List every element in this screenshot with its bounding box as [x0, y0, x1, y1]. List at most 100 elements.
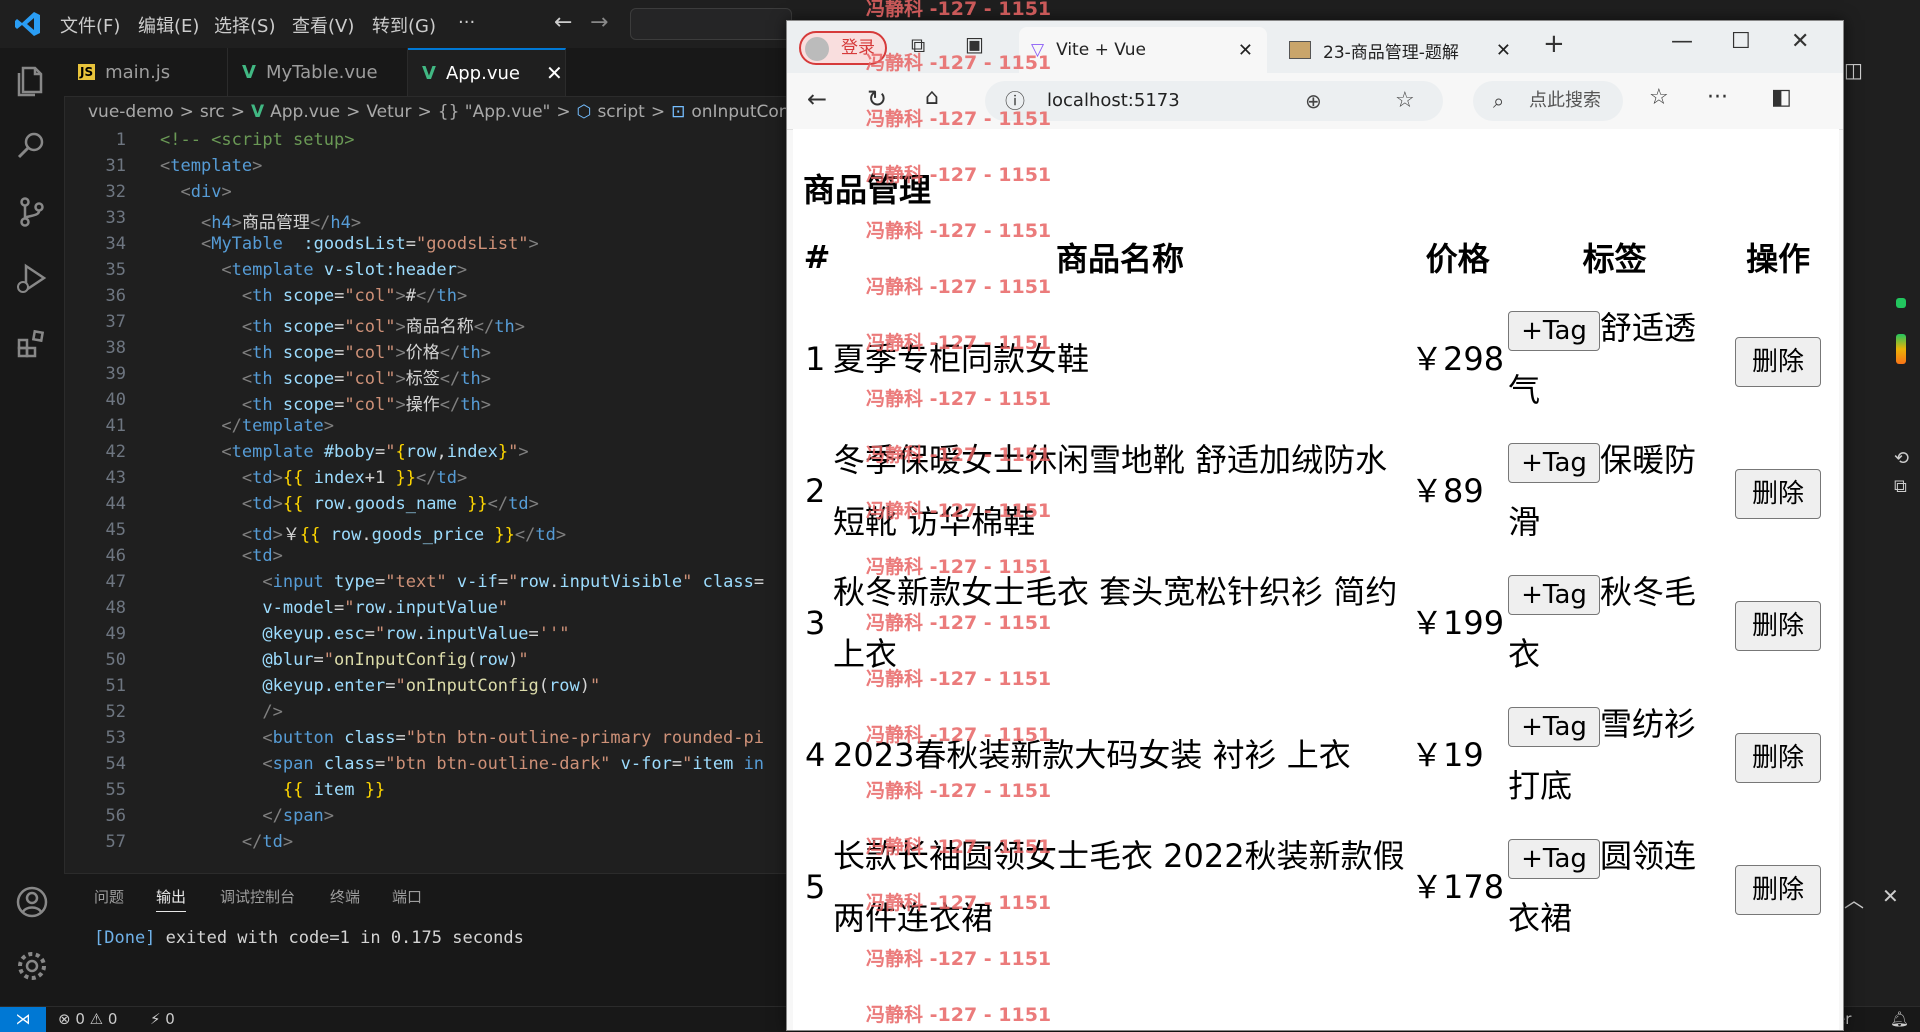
- panel-tab-ports[interactable]: 端口: [392, 886, 422, 907]
- account-icon[interactable]: [14, 884, 50, 920]
- breadcrumb-item[interactable]: onInputConfig: [691, 102, 790, 122]
- tab-app-vue[interactable]: V App.vue ✕: [408, 48, 566, 96]
- more-options-icon[interactable]: ···: [1707, 85, 1728, 110]
- menu-view[interactable]: 查看(V): [292, 12, 354, 38]
- maximize-icon[interactable]: ☐: [1731, 29, 1751, 54]
- panel-tab-output[interactable]: 输出: [156, 886, 187, 912]
- delete-button[interactable]: 删除: [1735, 865, 1822, 915]
- explorer-files-icon[interactable]: [14, 62, 50, 98]
- delete-button[interactable]: 删除: [1735, 469, 1822, 519]
- bottom-panel: 问题 输出 调试控制台 终端 端口 [Done] exited with cod…: [64, 873, 790, 1007]
- row-tags: +Tag 保暖防滑: [1506, 425, 1723, 557]
- ports-count[interactable]: ⚡ 0: [150, 1010, 175, 1028]
- screenshot-icon[interactable]: ⧉: [1894, 476, 1907, 497]
- remote-icon[interactable]: ⋊: [0, 1007, 46, 1032]
- workspaces-icon[interactable]: ⧉: [911, 33, 925, 57]
- sidebar-toggle-icon[interactable]: ◧: [1771, 85, 1792, 110]
- row-index: 2: [805, 472, 826, 510]
- favorite-star-icon[interactable]: ☆: [1395, 81, 1415, 121]
- new-tab-plus-icon[interactable]: +: [1543, 29, 1565, 59]
- home-icon[interactable]: ⌂: [925, 85, 939, 110]
- row-goods-name: 夏季专柜同款女鞋: [832, 340, 1089, 378]
- browser-tab-strip: 登录 ⧉ ▣ ▽ Vite + Vue ✕ 23-商品管理-题解 ✕ + — ☐…: [787, 21, 1843, 73]
- row-tags: +Tag 圆领连衣裙: [1506, 821, 1723, 953]
- code-editor[interactable]: 1 <!-- <script setup> 31 <template> 32 <di…: [64, 128, 790, 873]
- delete-button[interactable]: 删除: [1735, 733, 1822, 783]
- add-tag-button[interactable]: +Tag: [1508, 443, 1600, 483]
- breadcrumb-item[interactable]: App.vue: [270, 102, 340, 122]
- green-shield-icon: [1896, 298, 1906, 308]
- breadcrumb-item[interactable]: {} "App.vue": [438, 102, 551, 122]
- login-button[interactable]: 登录: [799, 31, 887, 65]
- close-tab-icon[interactable]: ✕: [1238, 40, 1253, 61]
- tab-label: MyTable.vue: [265, 61, 378, 83]
- search-input[interactable]: ⌕ 点此搜索: [1473, 81, 1623, 121]
- web-page: 商品管理 # 商品名称 价格 标签 操作 1 夏季专柜同款女鞋 ￥298 +Ta…: [793, 129, 1839, 1030]
- problems-count[interactable]: ⊗ 0 ⚠ 0: [58, 1010, 117, 1028]
- menu-selection[interactable]: 选择(S): [214, 12, 275, 38]
- close-tab-icon[interactable]: ✕: [1496, 40, 1511, 61]
- row-tags: +Tag 秋冬毛衣: [1506, 557, 1723, 689]
- split-editor-icon[interactable]: ◫: [1844, 58, 1863, 82]
- menu-goto[interactable]: 转到(G): [372, 12, 436, 38]
- row-price: ￥298: [1411, 340, 1505, 378]
- breadcrumb-item[interactable]: script: [597, 102, 644, 122]
- chevron-right-icon: >: [179, 102, 194, 122]
- favorites-icon[interactable]: ☆: [1649, 85, 1669, 110]
- browser-tab-title: Vite + Vue: [1056, 40, 1146, 60]
- row-goods-name: 2023春秋装新款大码女装 衬衫 上衣: [832, 736, 1351, 774]
- delete-button[interactable]: 删除: [1735, 337, 1822, 387]
- row-goods-name: 秋冬新款女士毛衣 套头宽松针织衫 简约上衣: [832, 573, 1398, 673]
- source-control-icon[interactable]: [14, 194, 50, 230]
- command-center-input[interactable]: [630, 8, 792, 40]
- settings-gear-icon[interactable]: [14, 948, 50, 984]
- header-goods-name: 商品名称: [1056, 240, 1185, 278]
- address-bar-input[interactable]: ⓘ localhost:5173 ⊕ ☆: [985, 81, 1443, 121]
- forward-arrow-icon[interactable]: →: [590, 10, 608, 35]
- zoom-icon[interactable]: ⊕: [1305, 81, 1322, 121]
- browser-tab-vite-vue[interactable]: ▽ Vite + Vue ✕: [1019, 27, 1267, 73]
- row-index: 1: [805, 340, 826, 378]
- panel-tab-terminal[interactable]: 终端: [330, 886, 360, 907]
- row-index: 4: [805, 736, 826, 774]
- back-arrow-icon[interactable]: ←: [554, 10, 572, 35]
- info-icon[interactable]: ⓘ: [1005, 81, 1025, 121]
- notification-bell-icon[interactable]: 🔔︎: [1890, 1010, 1909, 1028]
- row-price: ￥199: [1411, 604, 1505, 642]
- menu-more[interactable]: ···: [458, 12, 475, 33]
- close-icon[interactable]: ✕: [546, 61, 563, 85]
- run-debug-icon[interactable]: [14, 260, 50, 296]
- search-icon[interactable]: [14, 128, 50, 164]
- panel-tab-problems[interactable]: 问题: [94, 886, 124, 907]
- add-tag-button[interactable]: +Tag: [1508, 311, 1600, 351]
- browser-tab-goods-solution[interactable]: 23-商品管理-题解 ✕: [1277, 27, 1525, 73]
- close-panel-icon[interactable]: ✕: [1882, 884, 1899, 908]
- delete-button[interactable]: 删除: [1735, 601, 1822, 651]
- extensions-icon[interactable]: [14, 326, 50, 362]
- breadcrumb-item[interactable]: vue-demo: [88, 102, 174, 122]
- header-price: 价格: [1425, 240, 1490, 278]
- table-row: 3 秋冬新款女士毛衣 套头宽松针织衫 简约上衣 ￥199 +Tag 秋冬毛衣 删除: [803, 557, 1833, 689]
- tab-main-js[interactable]: JS main.js: [64, 48, 228, 96]
- menu-file[interactable]: 文件(F): [60, 12, 120, 38]
- breadcrumb-item[interactable]: Vetur: [366, 102, 411, 122]
- breadcrumb-item[interactable]: src: [200, 102, 225, 122]
- tab-mytable-vue[interactable]: V MyTable.vue: [228, 48, 408, 96]
- tab-actions-icon[interactable]: ▣: [965, 32, 984, 56]
- menu-edit[interactable]: 编辑(E): [138, 12, 199, 38]
- reload-icon[interactable]: ↻: [867, 85, 887, 113]
- chevron-right-icon: >: [346, 102, 361, 122]
- add-tag-button[interactable]: +Tag: [1508, 839, 1600, 879]
- add-tag-button[interactable]: +Tag: [1508, 707, 1600, 747]
- refresh-icon[interactable]: ⟲: [1894, 448, 1909, 469]
- table-row: 5 长款长袖圆领女士毛衣 2022秋装新款假两件连衣裙 ￥178 +Tag 圆领连…: [803, 821, 1833, 953]
- row-price: ￥89: [1411, 472, 1484, 510]
- panel-tab-debug-console[interactable]: 调试控制台: [220, 886, 295, 907]
- minimize-icon[interactable]: —: [1671, 29, 1693, 54]
- back-arrow-icon[interactable]: ←: [807, 85, 827, 113]
- page-title: 商品管理: [803, 171, 932, 209]
- close-window-icon[interactable]: ✕: [1791, 29, 1809, 54]
- add-tag-button[interactable]: +Tag: [1508, 575, 1600, 615]
- chevron-up-icon[interactable]: ︿: [1844, 884, 1864, 913]
- meter-icon: [1896, 334, 1906, 364]
